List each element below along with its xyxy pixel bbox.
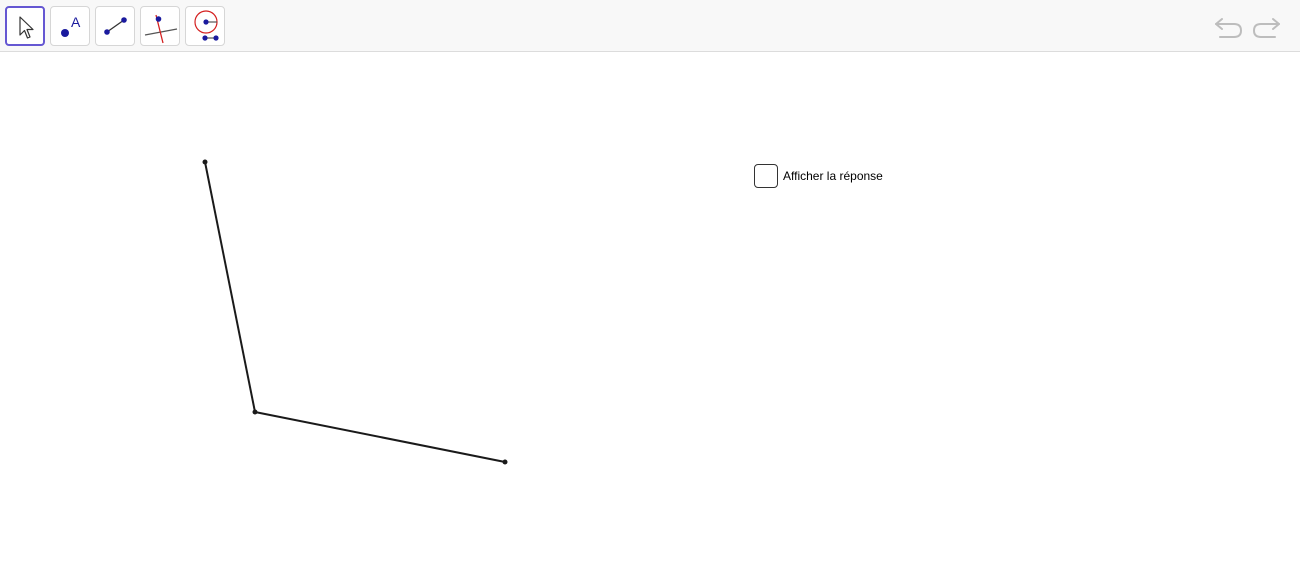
segment-2[interactable] — [254, 411, 506, 463]
undo-button[interactable] — [1213, 12, 1245, 40]
circle-center-radius-tool-button[interactable] — [185, 6, 225, 46]
segment-tool-button[interactable] — [95, 6, 135, 46]
show-answer-checkbox[interactable]: Afficher la réponse — [754, 162, 883, 190]
redo-button[interactable] — [1250, 12, 1282, 40]
perpendicular-line-tool-button[interactable] — [140, 6, 180, 46]
geogebra-app: A Afficher la réponse — [0, 0, 1300, 578]
toolbar: A — [0, 0, 1300, 52]
segment-icon — [104, 17, 127, 35]
checkbox-box[interactable] — [754, 164, 778, 188]
checkbox-label: Afficher la réponse — [783, 169, 883, 183]
arrow-pointer-icon — [19, 16, 34, 39]
point-a-icon: A — [61, 14, 81, 37]
perpendicular-line-icon — [144, 14, 178, 44]
point-vertex[interactable] — [252, 409, 258, 415]
graphics-view[interactable] — [0, 53, 1300, 578]
segment-1[interactable] — [204, 161, 256, 413]
point-right[interactable] — [502, 459, 508, 465]
point-tool-letter: A — [71, 14, 81, 30]
circle-radius-icon — [194, 10, 219, 41]
redo-icon — [1252, 18, 1280, 38]
undo-icon — [1215, 18, 1243, 38]
move-tool-button[interactable] — [5, 6, 45, 46]
point-top[interactable] — [202, 159, 208, 165]
point-tool-button[interactable]: A — [50, 6, 90, 46]
